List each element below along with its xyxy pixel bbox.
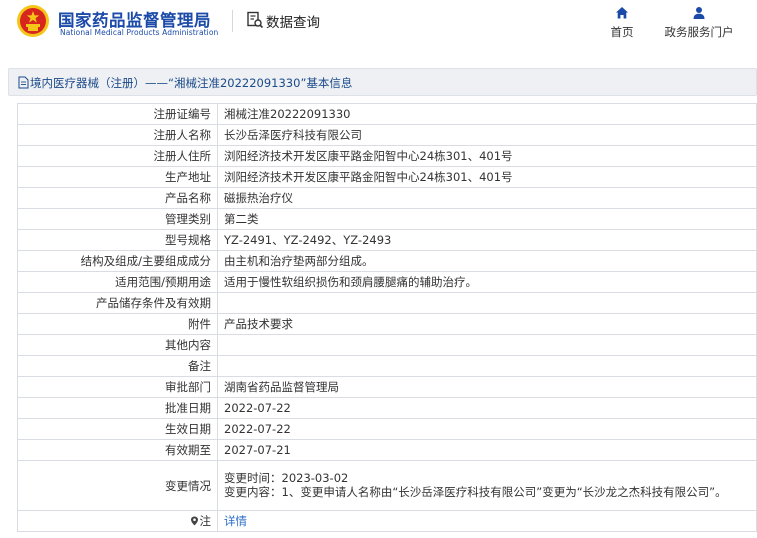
table-row: 生产地址 浏阳经济技术开发区康平路金阳智中心24栋301、401号 xyxy=(17,166,757,188)
field-value: 适用于慢性软组织损伤和颈肩腰腿痛的辅助治疗。 xyxy=(217,271,757,293)
field-label: 附件 xyxy=(17,313,218,335)
nav-home-label: 首页 xyxy=(610,25,634,39)
table-row: 型号规格 YZ-2491、YZ-2492、YZ-2493 xyxy=(17,229,757,251)
table-row: 产品储存条件及有效期 xyxy=(17,292,757,314)
field-label: 适用范围/预期用途 xyxy=(17,271,218,293)
note-value: 详情 xyxy=(217,510,757,532)
table-row: 结构及组成/主要组成成分 由主机和治疗垫两部分组成。 xyxy=(17,250,757,272)
field-value: 磁振热治疗仪 xyxy=(217,187,757,209)
field-value: 产品技术要求 xyxy=(217,313,757,335)
field-value: 2022-07-22 xyxy=(217,397,757,419)
site-header: 国家药品监督管理局 National Medical Products Admi… xyxy=(0,0,757,56)
field-label: 注册证编号 xyxy=(17,103,218,125)
field-label: 备注 xyxy=(17,355,218,377)
national-emblem-icon xyxy=(17,5,49,37)
field-label: 有效期至 xyxy=(17,439,218,461)
table-row: 产品名称 磁振热治疗仪 xyxy=(17,187,757,209)
change-value: 变更时间：2023-03-02 变更内容：1、变更申请人名称由“长沙岳泽医疗科技… xyxy=(217,460,757,511)
field-value: 由主机和治疗垫两部分组成。 xyxy=(217,250,757,272)
field-value: 2022-07-22 xyxy=(217,418,757,440)
table-row: 注册人住所 浏阳经济技术开发区康平路金阳智中心24栋301、401号 xyxy=(17,145,757,167)
nav-home[interactable]: 首页 xyxy=(605,6,639,40)
details-link[interactable]: 详情 xyxy=(224,514,247,528)
field-value: 长沙岳泽医疗科技有限公司 xyxy=(217,124,757,146)
field-label: 生效日期 xyxy=(17,418,218,440)
field-value xyxy=(217,355,757,377)
change-row: 变更情况 变更时间：2023-03-02 变更内容：1、变更申请人名称由“长沙岳… xyxy=(17,460,757,511)
field-label: 产品储存条件及有效期 xyxy=(17,292,218,314)
field-value: 湖南省药品监督管理局 xyxy=(217,376,757,398)
field-label: 型号规格 xyxy=(17,229,218,251)
nav-service-portal-label: 政务服务门户 xyxy=(664,25,734,39)
change-label: 变更情况 xyxy=(17,460,218,511)
table-row: 注册证编号 湘械注准20222091330 xyxy=(17,103,757,125)
table-row: 生效日期 2022-07-22 xyxy=(17,418,757,440)
field-label: 注册人住所 xyxy=(17,145,218,167)
field-value xyxy=(217,292,757,314)
table-row: 批准日期 2022-07-22 xyxy=(17,397,757,419)
table-row: 审批部门 湖南省药品监督管理局 xyxy=(17,376,757,398)
table-row: 附件 产品技术要求 xyxy=(17,313,757,335)
note-row: 注 详情 xyxy=(17,510,757,532)
org-name-en: National Medical Products Administration xyxy=(60,28,219,37)
field-label: 其他内容 xyxy=(17,334,218,356)
field-value xyxy=(217,334,757,356)
registration-info-table: 注册证编号 湘械注准20222091330 注册人名称 长沙岳泽医疗科技有限公司 注… xyxy=(17,103,757,532)
field-value: 浏阳经济技术开发区康平路金阳智中心24栋301、401号 xyxy=(217,145,757,167)
field-label: 管理类别 xyxy=(17,208,218,230)
document-icon xyxy=(18,76,29,89)
table-row: 备注 xyxy=(17,355,757,377)
field-value: 第二类 xyxy=(217,208,757,230)
field-label: 注册人名称 xyxy=(17,124,218,146)
table-row: 适用范围/预期用途 适用于慢性软组织损伤和颈肩腰腿痛的辅助治疗。 xyxy=(17,271,757,293)
table-row: 有效期至 2027-07-21 xyxy=(17,439,757,461)
field-label: 生产地址 xyxy=(17,166,218,188)
home-icon xyxy=(616,7,628,19)
field-value: 浏阳经济技术开发区康平路金阳智中心24栋301、401号 xyxy=(217,166,757,188)
field-value: YZ-2491、YZ-2492、YZ-2493 xyxy=(217,229,757,251)
field-label: 结构及组成/主要组成成分 xyxy=(17,250,218,272)
data-query-label[interactable]: 数据查询 xyxy=(266,11,320,31)
user-icon xyxy=(693,7,705,19)
change-time: 变更时间：2023-03-02 xyxy=(224,471,349,485)
change-content: 变更内容：1、变更申请人名称由“长沙岳泽医疗科技有限公司”变更为“长沙龙之杰科技… xyxy=(224,484,727,499)
data-query-icon xyxy=(247,11,264,29)
header-divider xyxy=(232,10,233,32)
breadcrumb: 境内医疗器械（注册）——“湘械注准20222091330”基本信息 xyxy=(8,68,757,96)
location-pin-icon xyxy=(190,516,198,526)
field-label: 批准日期 xyxy=(17,397,218,419)
note-label-cell: 注 xyxy=(17,510,218,532)
field-label: 产品名称 xyxy=(17,187,218,209)
field-label: 审批部门 xyxy=(17,376,218,398)
field-value: 2027-07-21 xyxy=(217,439,757,461)
note-label: 注 xyxy=(199,514,212,528)
table-row: 其他内容 xyxy=(17,334,757,356)
table-row: 注册人名称 长沙岳泽医疗科技有限公司 xyxy=(17,124,757,146)
page-title: 境内医疗器械（注册）——“湘械注准20222091330”基本信息 xyxy=(30,76,353,90)
nav-service-portal[interactable]: 政务服务门户 xyxy=(658,6,740,40)
field-value: 湘械注准20222091330 xyxy=(217,103,757,125)
table-row: 管理类别 第二类 xyxy=(17,208,757,230)
